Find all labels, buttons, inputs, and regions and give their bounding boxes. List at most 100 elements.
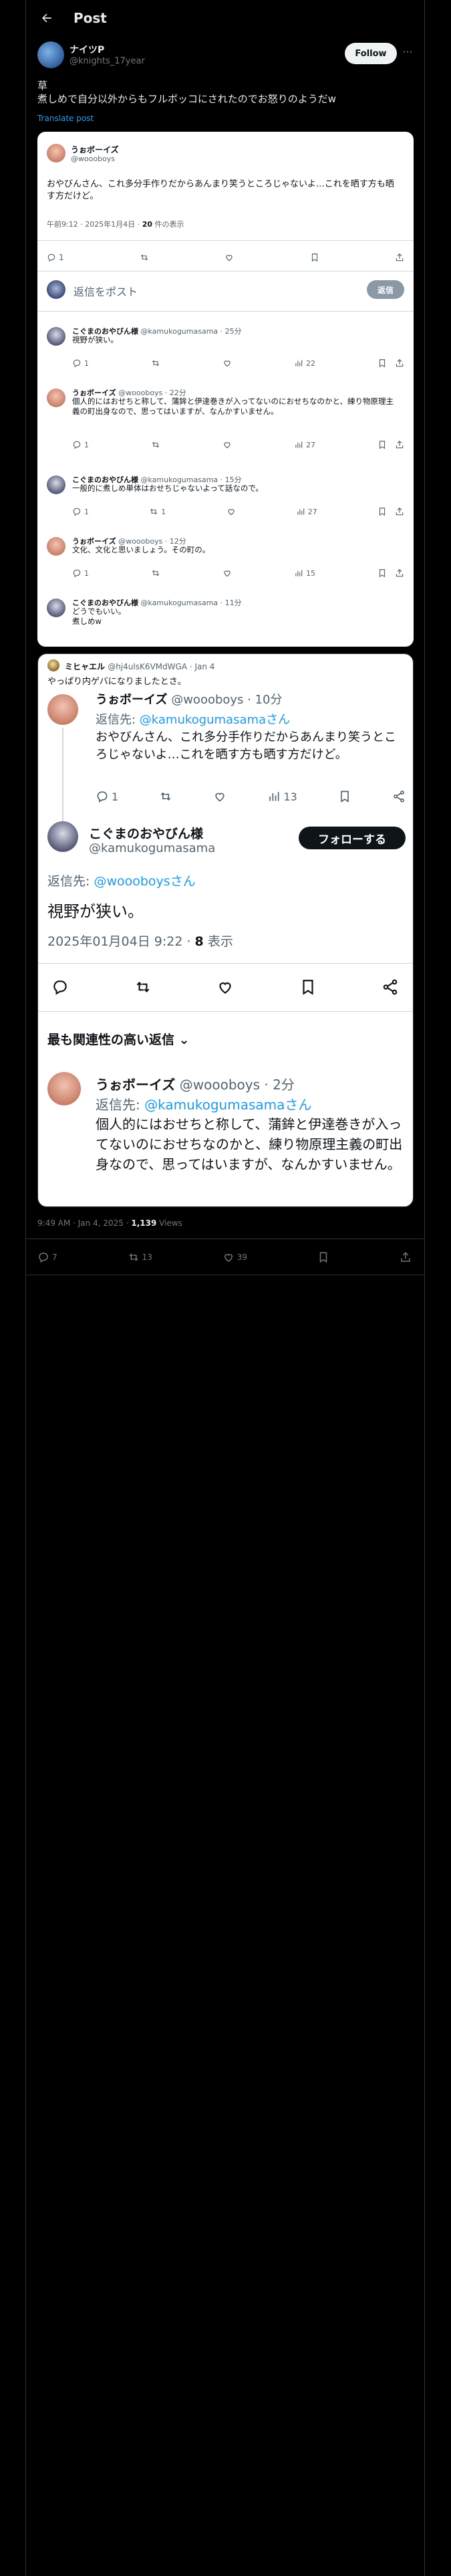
like-icon: [224, 1254, 233, 1262]
views-icon: [297, 508, 304, 515]
post-text-line: 煮しめで自分以外からもフルボッコにされたのでお怒りのようだw: [37, 93, 336, 105]
reply-button: 返信: [367, 280, 404, 299]
share-icon: [396, 507, 404, 516]
reply-to-prefix: 返信先:: [96, 1097, 145, 1113]
avatar: [47, 821, 78, 852]
reply-to-prefix: 返信先:: [96, 713, 140, 727]
share-icon: [396, 253, 404, 261]
comment-actions: 1 1 27: [72, 506, 404, 517]
share-icon: [394, 790, 404, 802]
reply-action: 1: [72, 440, 89, 449]
tweet-time: 午前9:12 · 2025年1月4日 ·: [47, 220, 142, 229]
like-icon: [224, 570, 231, 577]
reply-to-prefix: 返信先:: [47, 874, 94, 889]
share-icon: [396, 568, 404, 577]
reply-text: 個人的にはおせちと称して、蒲鉾と伊達巻きが入ってないのにおせちなのかと、練り物原…: [96, 1116, 403, 1172]
attached-image-1[interactable]: うぉボーイズ @woooboys おやびんさん、これ多分手作りだからあんまり笑う…: [37, 132, 414, 647]
reply-icon: [97, 791, 108, 802]
author-handle: @woooboys: [71, 154, 116, 163]
divider: [37, 311, 414, 312]
bookmark-icon: [379, 508, 386, 516]
follow-button[interactable]: Follow: [345, 43, 397, 64]
views-action: 27: [296, 507, 317, 516]
post-time[interactable]: 9:49 AM · Jan 4, 2025: [37, 1218, 124, 1228]
like-count: 39: [237, 1253, 248, 1262]
reply-to-mention: @woooboysさん: [94, 874, 196, 889]
avatar: [47, 327, 65, 346]
avatar[interactable]: [37, 41, 64, 68]
reply-action: 1: [96, 790, 118, 803]
comment-text: 文化、文化と思いましょう。その町の。: [72, 545, 210, 554]
translate-link[interactable]: Translate post: [37, 114, 94, 123]
arrow-left-icon[interactable]: [33, 5, 60, 31]
repost-count: 13: [142, 1253, 152, 1262]
share-button[interactable]: [400, 1251, 412, 1263]
reply-header: うぉボーイズ @woooboys · 10分: [96, 690, 283, 708]
reply-composer: 返信をポスト 返信: [47, 280, 404, 299]
reply-count: 1: [84, 440, 89, 449]
tweet-text: おやびんさん、これ多分手作りだからあんまり笑うところじゃないよ…これを晒す方も晒…: [47, 179, 394, 201]
view-label: 表示: [203, 934, 233, 949]
view-label: 件の表示: [152, 220, 184, 229]
tweet-text: 視野が狭い。: [47, 902, 144, 921]
views-action: 15: [294, 568, 315, 578]
share-icon: [396, 440, 404, 449]
divider: [38, 963, 413, 964]
reply-count: 1: [84, 358, 89, 368]
post-author: ナイツP @knights_17year Follow ···: [37, 41, 414, 71]
reply-actions: 1 13: [96, 788, 406, 805]
post-text-line: 草: [37, 80, 48, 92]
repost-count: 1: [161, 507, 166, 516]
avatar: [47, 599, 65, 617]
share-icon: [396, 358, 404, 367]
tweet-meta: 2025年01月04日 9:22 · 8 表示: [47, 932, 233, 950]
reply-count: 1: [112, 790, 119, 803]
reply-icon: [73, 569, 81, 578]
comment-item: うぉボーイズ @woooboys · 12分 文化、文化と思いましょう。その町の…: [47, 536, 404, 584]
repost-icon: [140, 254, 148, 261]
views-count: 15: [306, 568, 315, 578]
divider: [38, 1011, 413, 1012]
page-title: Post: [73, 10, 107, 26]
reply-action: 1: [47, 253, 64, 262]
views-action: 22: [294, 358, 315, 368]
more-horizontal-icon[interactable]: ···: [401, 45, 414, 58]
repost-button[interactable]: 13: [128, 1251, 152, 1263]
reply-count: 7: [52, 1253, 57, 1262]
like-icon: [226, 255, 233, 261]
like-button[interactable]: 39: [222, 1251, 247, 1263]
author-name[interactable]: ナイツP: [69, 43, 104, 56]
reply-to-mention: @kamukogumasamaさん: [144, 1097, 312, 1113]
divider: [37, 271, 414, 272]
reply-to: 返信先: @kamukogumasamaさん: [96, 1094, 311, 1113]
views-action: 27: [294, 440, 315, 449]
reply-to-mention: @kamukogumasamaさん: [139, 713, 291, 727]
follow-button: フォローする: [299, 827, 406, 849]
relevant-replies-header: 最も関連性の高い返信 ⌄: [47, 1030, 190, 1048]
bookmark-icon: [341, 790, 349, 803]
reply-action: 1: [72, 507, 89, 516]
thread-line: [62, 728, 63, 821]
quote-header: ミヒャエル @hj4ulsK6VMdWGA · Jan 4: [47, 659, 408, 673]
tweet-actions: 1: [47, 251, 404, 264]
avatar: [47, 537, 65, 556]
quoted-post[interactable]: ミヒャエル @hj4ulsK6VMdWGA · Jan 4 やっぱり内ゲバになり…: [37, 653, 414, 1207]
reply-icon: [73, 359, 81, 368]
author-handle[interactable]: @knights_17year: [69, 56, 145, 66]
avatar: [47, 389, 65, 407]
comment-text: 一般的に煮しめ単体はおせちじゃないよって話なので。: [72, 484, 263, 493]
tweet-actions: [51, 976, 399, 998]
repost-icon: [152, 360, 160, 366]
like-icon: [224, 442, 231, 449]
bookmark-icon: [379, 359, 386, 368]
avatar: [47, 659, 59, 671]
bookmark-icon: [379, 569, 386, 578]
bookmark-icon: [319, 1252, 327, 1263]
comment-item: うぉボーイズ @woooboys · 22分 個人的にはおせちと称して、蒲鉾と伊…: [47, 387, 404, 454]
reply-action: 1: [72, 568, 89, 578]
divider: [37, 240, 414, 241]
bookmark-button[interactable]: [317, 1251, 329, 1263]
like-icon: [224, 360, 231, 367]
reply-button[interactable]: 7: [37, 1251, 57, 1263]
views-count: 22: [306, 358, 315, 368]
